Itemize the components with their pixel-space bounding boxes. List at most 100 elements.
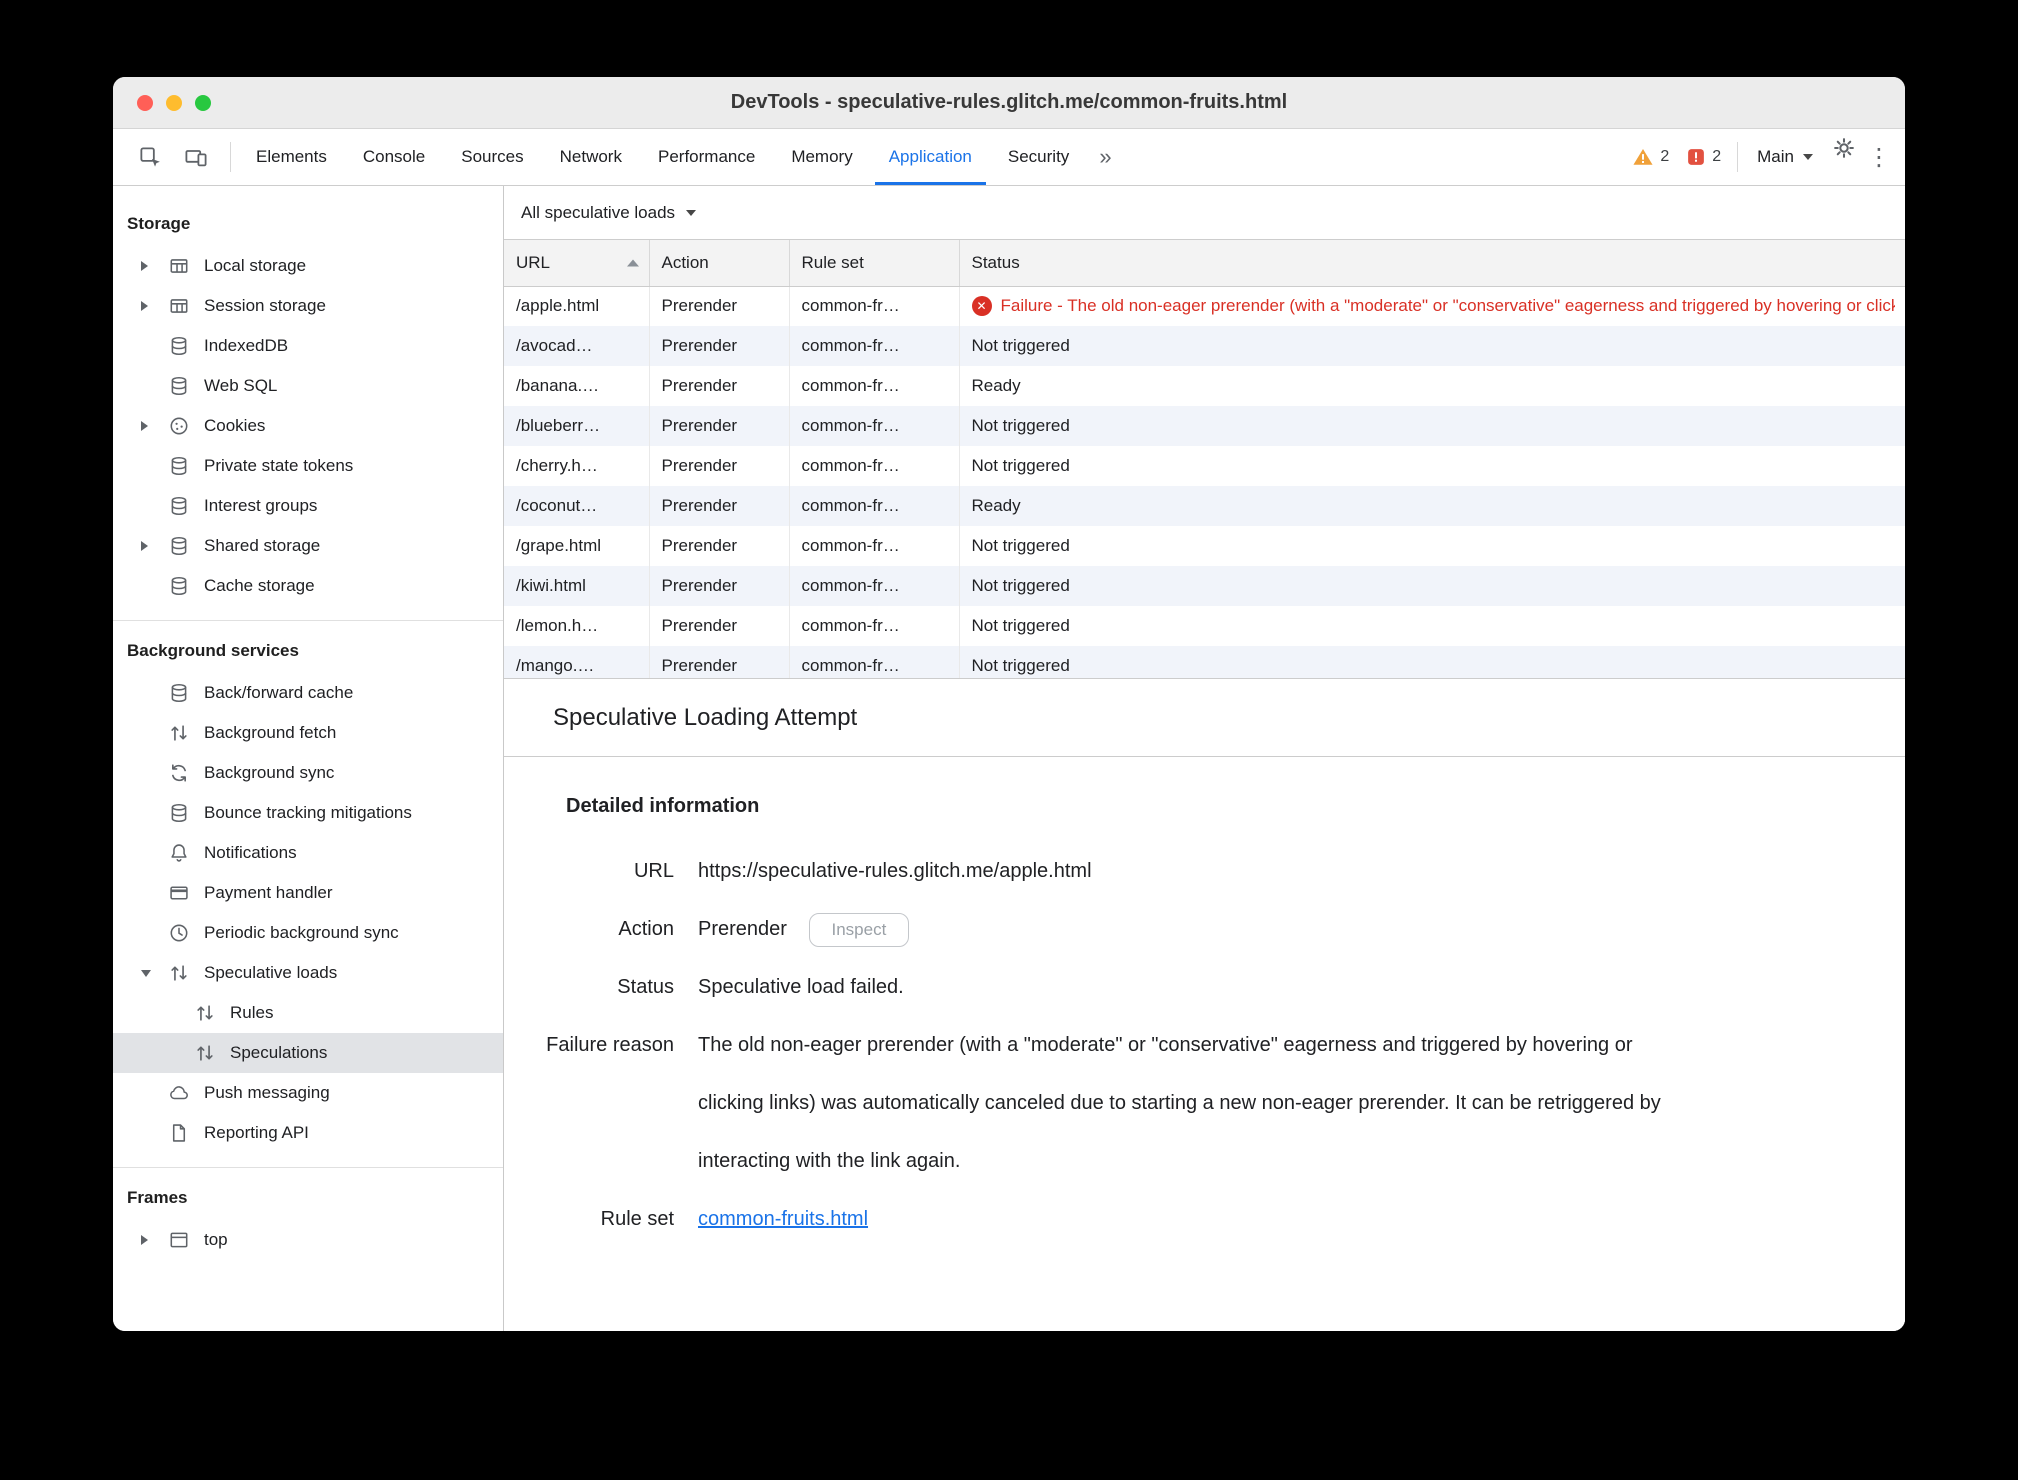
tab-sources[interactable]: Sources	[443, 129, 541, 185]
sidebar-item-label: Rules	[230, 1003, 274, 1022]
toolbar-divider	[230, 142, 231, 172]
sidebar-item-label: Cookies	[204, 416, 266, 435]
column-header-status[interactable]: Status	[959, 240, 1905, 287]
cell-url: /avocad…	[504, 326, 650, 366]
cell-url: /blueberr…	[504, 406, 650, 446]
more-options-icon[interactable]: ⋮	[1863, 129, 1905, 185]
cell-url: /banana.…	[504, 366, 650, 406]
sidebar-item-periodic-background-sync[interactable]: Periodic background sync	[113, 913, 503, 953]
sidebar-item-payment-handler[interactable]: Payment handler	[113, 873, 503, 913]
window-title: DevTools - speculative-rules.glitch.me/c…	[730, 91, 1288, 113]
sidebar-item-bounce-tracking-mitigations[interactable]: Bounce tracking mitigations	[113, 793, 503, 833]
close-window-button[interactable]	[137, 94, 153, 111]
sidebar-item-label: Local storage	[204, 256, 307, 275]
inspect-button[interactable]: Inspect	[808, 912, 910, 947]
zoom-window-button[interactable]	[195, 94, 211, 111]
column-header-url[interactable]: URL	[504, 240, 650, 287]
sidebar-item-cache-storage[interactable]: Cache storage	[113, 566, 503, 606]
database-icon	[167, 681, 191, 705]
expand-arrow-icon[interactable]	[141, 261, 167, 271]
sidebar-item-label: top	[204, 1230, 228, 1249]
table-row[interactable]: /coconut… Prerender common-fr… Ready	[504, 486, 1905, 526]
speculations-panel: All speculative loads URL Action Rule se…	[504, 186, 1905, 1331]
sidebar-item-background-sync[interactable]: Background sync	[113, 753, 503, 793]
sidebar-item-reporting-api[interactable]: Reporting API	[113, 1113, 503, 1153]
tab-console[interactable]: Console	[345, 129, 443, 185]
settings-gear-icon[interactable]	[1825, 129, 1863, 167]
clock-icon	[167, 921, 191, 945]
tab-security[interactable]: Security	[990, 129, 1087, 185]
sidebar-item-private-state-tokens[interactable]: Private state tokens	[113, 446, 503, 486]
sidebar-item-label: Background sync	[204, 763, 335, 782]
inspect-element-icon[interactable]	[131, 138, 169, 176]
table-row[interactable]: /avocad… Prerender common-fr… Not triggered	[504, 326, 1905, 366]
table-row[interactable]: /apple.html Prerender common-fr… ✕ Failure -…	[504, 286, 1905, 326]
sidebar-item-label: Payment handler	[204, 883, 333, 902]
cell-url: /kiwi.html	[504, 566, 650, 606]
table-row[interactable]: /grape.html Prerender common-fr… Not trigge…	[504, 526, 1905, 566]
sidebar-item-cookies[interactable]: Cookies	[113, 406, 503, 446]
table-row[interactable]: /mango.… Prerender common-fr… Not triggered	[504, 646, 1905, 678]
warning-count: 2	[1660, 148, 1670, 165]
tab-memory[interactable]: Memory	[773, 129, 870, 185]
file-icon	[167, 1121, 191, 1145]
cell-status: Ready	[971, 496, 1021, 515]
sidebar-item-web-sql[interactable]: Web SQL	[113, 366, 503, 406]
sidebar-item-top[interactable]: top	[113, 1220, 503, 1260]
table-row[interactable]: /cherry.h… Prerender common-fr… Not trigger…	[504, 446, 1905, 486]
sidebar-item-local-storage[interactable]: Local storage	[113, 246, 503, 286]
tab-elements[interactable]: Elements	[238, 129, 345, 185]
sidebar-item-notifications[interactable]: Notifications	[113, 833, 503, 873]
issues-indicator[interactable]: 2	[1678, 129, 1730, 185]
tab-network[interactable]: Network	[542, 129, 640, 185]
cell-url: /apple.html	[504, 286, 650, 326]
sidebar-item-push-messaging[interactable]: Push messaging	[113, 1073, 503, 1113]
table-row[interactable]: /blueberr… Prerender common-fr… Not trigger…	[504, 406, 1905, 446]
sidebar-item-speculative-loads[interactable]: Speculative loads	[113, 953, 503, 993]
sync-icon	[167, 761, 191, 785]
sidebar-item-background-fetch[interactable]: Background fetch	[113, 713, 503, 753]
sidebar-item-session-storage[interactable]: Session storage	[113, 286, 503, 326]
sidebar-item-back-forward-cache[interactable]: Back/forward cache	[113, 673, 503, 713]
table-row[interactable]: /banana.… Prerender common-fr… Ready	[504, 366, 1905, 406]
detail-row-status: Status Speculative load failed.	[544, 958, 1865, 1016]
sidebar-item-label: Background fetch	[204, 723, 337, 742]
column-header-action[interactable]: Action	[649, 240, 790, 287]
device-toolbar-icon[interactable]	[177, 138, 215, 176]
cell-status: Not triggered	[971, 336, 1070, 355]
collapse-arrow-icon[interactable]	[141, 969, 167, 977]
detail-row-failure-reason: Failure reason The old non-eager prerend…	[544, 1016, 1865, 1190]
sidebar-item-label: Bounce tracking mitigations	[204, 803, 412, 822]
cloud-icon	[167, 1081, 191, 1105]
table-row[interactable]: /kiwi.html Prerender common-fr… Not trigger…	[504, 566, 1905, 606]
cell-rule-set: common-fr…	[789, 566, 960, 606]
speculative-loads-filter[interactable]: All speculative loads	[521, 203, 697, 223]
sidebar-item-shared-storage[interactable]: Shared storage	[113, 526, 503, 566]
rule-set-link[interactable]: common-fruits.html	[698, 1208, 868, 1230]
expand-arrow-icon[interactable]	[141, 421, 167, 431]
expand-arrow-icon[interactable]	[141, 1235, 167, 1245]
sidebar-item-rules[interactable]: Rules	[113, 993, 503, 1033]
expand-arrow-icon[interactable]	[141, 541, 167, 551]
cell-status: ✕ Failure - The old non-eager prerender (…	[959, 286, 1905, 326]
table-row[interactable]: /lemon.h… Prerender common-fr… Not triggere…	[504, 606, 1905, 646]
warnings-indicator[interactable]: 2	[1624, 129, 1678, 185]
sidebar-item-speculations[interactable]: Speculations	[113, 1033, 503, 1073]
sidebar-item-indexeddb[interactable]: IndexedDB	[113, 326, 503, 366]
tab-performance[interactable]: Performance	[640, 129, 773, 185]
failure-status-text: Failure - The old non-eager prerender (w…	[1000, 296, 1896, 316]
database-icon	[167, 801, 191, 825]
cell-action: Prerender	[649, 366, 790, 406]
tab-application[interactable]: Application	[871, 129, 990, 185]
minimize-window-button[interactable]	[166, 94, 182, 111]
sidebar-item-interest-groups[interactable]: Interest groups	[113, 486, 503, 526]
detail-row-url: URL https://speculative-rules.glitch.me/…	[544, 842, 1865, 900]
main-context-selector[interactable]: Main	[1745, 129, 1825, 185]
cell-rule-set: common-fr…	[789, 446, 960, 486]
column-header-rule-set[interactable]: Rule set	[789, 240, 960, 287]
more-tabs-button[interactable]: »	[1087, 129, 1123, 185]
expand-arrow-icon[interactable]	[141, 301, 167, 311]
cell-rule-set: common-fr…	[789, 606, 960, 646]
toolbar-left-icons	[123, 129, 223, 185]
sidebar-item-label: Speculative loads	[204, 963, 338, 982]
